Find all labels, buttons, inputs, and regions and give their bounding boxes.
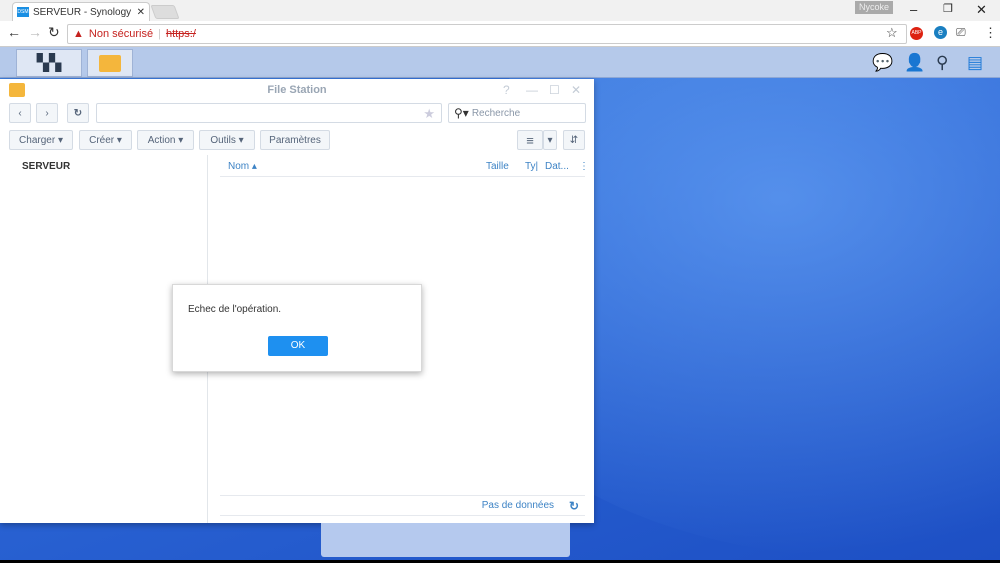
- reload-icon[interactable]: ↻: [48, 24, 60, 41]
- file-list-header: Nom ▴ Taille Ty| Dat... ⋮: [220, 157, 589, 177]
- maximize-window-icon[interactable]: ☐: [549, 83, 560, 97]
- status-bar: Pas de données ↻: [220, 495, 585, 516]
- column-type[interactable]: Ty|: [525, 161, 538, 172]
- browser-tab-strip: DSM SERVEUR - Synology Disk ✕ Nycoke – ❐…: [0, 0, 1000, 21]
- minimize-icon[interactable]: –: [910, 2, 917, 17]
- new-tab-button[interactable]: [150, 5, 180, 19]
- background-panel: [321, 523, 570, 557]
- main-menu-button[interactable]: ▚▚: [16, 49, 82, 77]
- dialog-message: Echec de l'opération.: [188, 304, 282, 315]
- minimize-window-icon[interactable]: —: [526, 83, 538, 97]
- path-input[interactable]: ★: [96, 103, 442, 123]
- search-placeholder: Recherche: [471, 107, 521, 119]
- notifications-icon[interactable]: 💬: [872, 53, 893, 73]
- url-input[interactable]: ▲ Non sécurisé | https:/: [67, 24, 907, 44]
- status-text: Pas de données: [481, 500, 554, 511]
- restore-icon[interactable]: ❐: [943, 2, 953, 15]
- search-icon: ⚲▾: [454, 106, 469, 120]
- browser-tab[interactable]: DSM SERVEUR - Synology Disk ✕: [12, 2, 150, 21]
- grid-icon: ▚▚: [36, 55, 62, 72]
- error-dialog: Echec de l'opération. OK: [172, 284, 422, 372]
- favorite-star-icon[interactable]: ★: [423, 106, 435, 122]
- ok-button[interactable]: OK: [268, 336, 328, 356]
- adblock-icon[interactable]: ABP: [910, 27, 923, 40]
- widgets-icon[interactable]: ▤: [967, 53, 983, 73]
- close-window-icon[interactable]: ✕: [571, 83, 581, 97]
- forward-button[interactable]: ›: [36, 103, 58, 123]
- menu-icon[interactable]: ⋮: [984, 25, 997, 41]
- upload-button[interactable]: Charger ▾: [9, 130, 73, 150]
- settings-button[interactable]: Paramètres: [260, 130, 330, 150]
- address-bar-row: ← → ↻ ▲ Non sécurisé | https:/ ☆ ABP e ⎚…: [0, 21, 1000, 47]
- column-size[interactable]: Taille: [486, 161, 509, 172]
- refresh-button[interactable]: ↻: [67, 103, 89, 123]
- refresh-icon[interactable]: ↻: [569, 499, 579, 513]
- action-button[interactable]: Action ▾: [137, 130, 194, 150]
- file-station-taskbar-button[interactable]: [87, 49, 133, 77]
- security-label[interactable]: Non sécurisé: [89, 28, 153, 40]
- create-button[interactable]: Créer ▾: [79, 130, 132, 150]
- url-text: https:/: [165, 28, 196, 40]
- dsm-favicon: DSM: [17, 7, 29, 17]
- back-icon[interactable]: ←: [7, 24, 21, 40]
- close-window-icon[interactable]: ✕: [976, 2, 987, 18]
- profile-name[interactable]: Nycoke: [855, 1, 893, 14]
- dsm-taskbar: ▚▚ 💬 👤 ⚲ ▤: [0, 47, 1000, 78]
- sort-button[interactable]: ⇵: [563, 130, 585, 150]
- search-icon[interactable]: ⚲: [936, 53, 948, 73]
- forward-icon[interactable]: →: [28, 24, 42, 40]
- help-icon[interactable]: ?: [503, 83, 510, 97]
- column-name[interactable]: Nom ▴: [228, 161, 257, 172]
- column-options-icon[interactable]: ⋮: [579, 161, 589, 172]
- extension-e-icon[interactable]: e: [934, 26, 947, 39]
- user-icon[interactable]: 👤: [904, 53, 925, 73]
- folder-icon: [99, 54, 121, 72]
- warning-icon: ▲: [73, 28, 84, 40]
- bookmark-star-icon[interactable]: ☆: [886, 25, 898, 41]
- column-date[interactable]: Dat...: [545, 161, 569, 172]
- tools-button[interactable]: Outils ▾: [199, 130, 255, 150]
- view-dropdown-button[interactable]: ▾: [543, 130, 557, 150]
- back-button[interactable]: ‹: [9, 103, 31, 123]
- cast-icon[interactable]: ⎚: [956, 25, 966, 40]
- close-tab-icon[interactable]: ✕: [137, 7, 145, 18]
- search-input[interactable]: ⚲▾ Recherche: [448, 103, 586, 123]
- view-list-button[interactable]: ≡: [517, 130, 543, 150]
- tab-title: SERVEUR - Synology Disk: [32, 6, 133, 18]
- tree-root-serveur[interactable]: SERVEUR: [22, 161, 70, 172]
